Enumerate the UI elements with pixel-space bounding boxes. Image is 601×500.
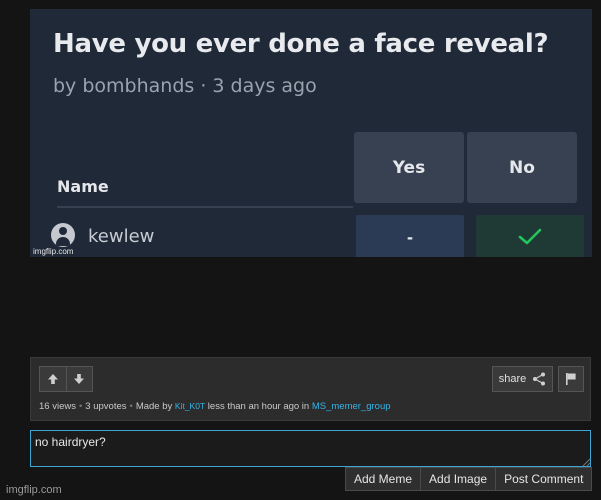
no-column-header: No [467, 132, 577, 203]
upvote-button[interactable] [40, 367, 66, 391]
flag-button[interactable] [558, 366, 584, 392]
share-button[interactable]: share [492, 366, 553, 392]
meme-stats: 16 views • 3 upvotes • Made by Kit_K0T less … [39, 401, 391, 412]
meme-byline: by bombhands · 3 days ago [53, 75, 317, 97]
no-cell [476, 215, 584, 257]
add-image-button[interactable]: Add Image [420, 468, 495, 490]
post-comment-button[interactable]: Post Comment [495, 468, 591, 490]
arrow-up-icon [47, 374, 58, 384]
vote-buttons [39, 366, 93, 392]
share-icon [533, 372, 546, 386]
views-count: 16 views [39, 401, 76, 412]
voter-name: kewlew [88, 226, 155, 247]
meme-info-panel: share 16 views • 3 upvotes • Made by Kit_K0T… [30, 357, 591, 421]
name-column-header: Name [57, 177, 109, 196]
resize-grip-icon[interactable] [582, 458, 590, 466]
author-link[interactable]: Kit_K0T [175, 401, 205, 411]
post-time: less than an hour ago in [207, 401, 310, 412]
stream-link[interactable]: MS_memer_group [312, 401, 391, 412]
check-icon [518, 228, 542, 245]
yes-cell: - [356, 215, 464, 257]
yes-cell-value: - [407, 226, 413, 247]
image-watermark: imgflip.com [33, 247, 74, 256]
share-label: share [498, 373, 527, 385]
person-icon [51, 223, 75, 247]
yes-column-header: Yes [354, 132, 464, 203]
footer-watermark: imgflip.com [6, 484, 62, 496]
flag-icon [566, 373, 576, 385]
comment-actions: Add Meme Add Image Post Comment [345, 467, 593, 491]
add-meme-button[interactable]: Add Meme [346, 468, 420, 490]
header-divider [57, 206, 353, 208]
meme-title: Have you ever done a face reveal? [53, 29, 549, 59]
meme-image: Have you ever done a face reveal? by bom… [30, 9, 592, 257]
made-by-label: Made by [135, 401, 173, 412]
upvotes-count: 3 upvotes [85, 401, 127, 412]
arrow-down-icon [74, 374, 85, 384]
downvote-button[interactable] [65, 367, 93, 391]
comment-input[interactable]: no hairdryer? [30, 430, 591, 467]
